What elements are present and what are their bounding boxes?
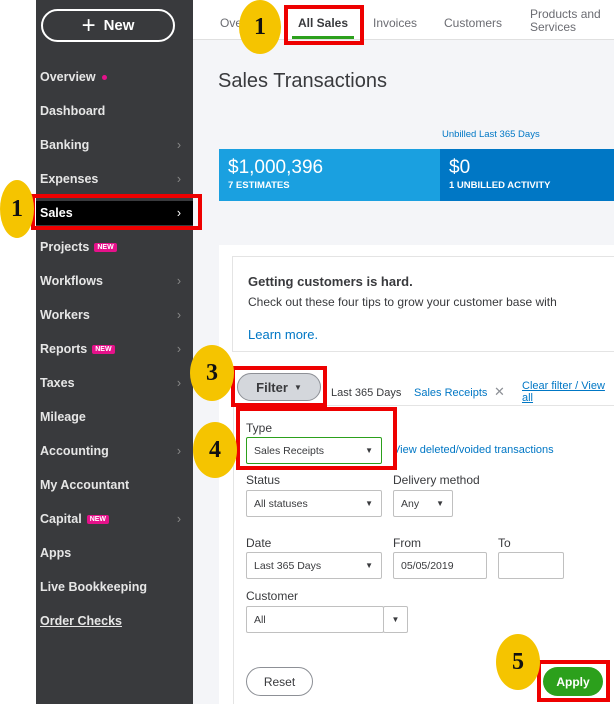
new-badge: NEW	[86, 514, 110, 524]
reset-button[interactable]: Reset	[246, 667, 313, 696]
tip-title: Getting customers is hard.	[248, 274, 413, 289]
unbilled-card[interactable]: $0 1 UNBILLED ACTIVITY	[440, 149, 614, 201]
from-label: From	[393, 536, 421, 550]
step-1-marker: 1	[239, 0, 281, 54]
sidebar-item-capital[interactable]: Capital NEW ›	[36, 507, 193, 531]
chevron-right-icon: ›	[176, 138, 181, 152]
sidebar-item-workers[interactable]: Workers ›	[36, 303, 193, 327]
sidebar-item-label: My Accountant	[40, 478, 130, 492]
filter-chip-type: Sales Receipts	[414, 387, 488, 399]
sidebar-item-label: Workflows	[40, 274, 103, 288]
sidebar-item-projects[interactable]: Projects NEW	[36, 235, 193, 259]
sidebar-item-live-bookkeeping[interactable]: Live Bookkeeping	[36, 575, 193, 599]
sidebar-item-order-checks[interactable]: Order Checks	[36, 609, 193, 633]
status-select[interactable]: All statuses ▼	[246, 490, 382, 517]
learn-more-link[interactable]: Learn more.	[248, 327, 318, 342]
step-5-marker: 5	[496, 634, 540, 690]
delivery-label: Delivery method	[393, 473, 480, 487]
tip-body: Check out these four tips to grow your c…	[248, 295, 557, 309]
chevron-right-icon: ›	[176, 376, 181, 390]
sidebar-item-label: Expenses	[40, 172, 99, 186]
view-deleted-link[interactable]: View deleted/voided transactions	[393, 444, 554, 456]
sidebar-item-workflows[interactable]: Workflows ›	[36, 269, 193, 293]
sidebar-item-label: Projects	[40, 240, 90, 254]
chevron-right-icon: ›	[176, 342, 181, 356]
tab-invoices[interactable]: Invoices	[373, 16, 417, 30]
unbilled-label: 1 UNBILLED ACTIVITY	[449, 180, 551, 191]
sidebar-item-my-accountant[interactable]: My Accountant	[36, 473, 193, 497]
sidebar-item-label: Apps	[40, 546, 72, 560]
customer-dropdown-toggle[interactable]: ▼	[383, 606, 408, 633]
step-3-marker: 3	[190, 345, 234, 401]
date-label: Date	[246, 536, 272, 550]
new-button[interactable]: + New	[41, 9, 175, 42]
filter-chip-period: Last 365 Days	[331, 387, 402, 399]
caret-down-icon: ▼	[365, 499, 373, 508]
sidebar-item-mileage[interactable]: Mileage	[36, 405, 193, 429]
highlight-sales	[31, 194, 202, 230]
chevron-right-icon: ›	[176, 512, 181, 526]
plus-icon: +	[81, 11, 96, 39]
highlight-filter	[231, 366, 327, 407]
caret-down-icon: ▼	[436, 499, 444, 508]
delivery-select[interactable]: Any ▼	[393, 490, 453, 517]
page-title: Sales Transactions	[218, 70, 387, 92]
chevron-right-icon: ›	[176, 172, 181, 186]
unbilled-caption: Unbilled Last 365 Days	[442, 129, 540, 140]
sidebar-item-reports[interactable]: Reports NEW ›	[36, 337, 193, 361]
tip-card: Getting customers is hard. Check out the…	[232, 256, 614, 352]
date-select[interactable]: Last 365 Days ▼	[246, 552, 382, 579]
sidebar-item-label: Workers	[40, 308, 90, 322]
close-icon[interactable]: ✕	[494, 384, 505, 400]
new-badge: NEW	[94, 242, 117, 252]
sidebar-item-label: Reports	[40, 342, 88, 356]
caret-down-icon: ▼	[365, 561, 373, 570]
to-date-input[interactable]	[498, 552, 564, 579]
sidebar-item-label: Dashboard	[40, 104, 106, 118]
sidebar-item-apps[interactable]: Apps	[36, 541, 193, 565]
sidebar-item-expenses[interactable]: Expenses ›	[36, 167, 193, 191]
estimates-amount: $1,000,396	[228, 157, 324, 178]
sidebar-item-dashboard[interactable]: Dashboard	[36, 99, 193, 123]
step-1-marker: 1	[0, 180, 34, 238]
sidebar-item-banking[interactable]: Banking ›	[36, 133, 193, 157]
highlight-all-sales	[284, 5, 364, 45]
from-date-input[interactable]: 05/05/2019	[393, 552, 487, 579]
highlight-apply	[537, 660, 610, 702]
sidebar-item-label: Order Checks	[40, 614, 122, 628]
sidebar-item-label: Accounting	[40, 444, 109, 458]
chevron-right-icon: ›	[176, 444, 181, 458]
sidebar-item-taxes[interactable]: Taxes ›	[36, 371, 193, 395]
sidebar-item-label: Live Bookkeeping	[40, 580, 147, 594]
sidebar-item-overview[interactable]: Overview	[36, 65, 193, 89]
unbilled-amount: $0	[449, 157, 471, 178]
estimates-card[interactable]: $1,000,396 7 ESTIMATES	[219, 149, 440, 201]
tab-products-services[interactable]: Products and Services	[530, 8, 612, 34]
status-label: Status	[246, 473, 281, 487]
step-4-marker: 4	[193, 422, 237, 478]
clear-filter-link[interactable]: Clear filter / View all	[522, 380, 612, 404]
sidebar-item-accounting[interactable]: Accounting ›	[36, 439, 193, 463]
chevron-right-icon: ›	[176, 274, 181, 288]
new-badge: NEW	[92, 344, 115, 354]
sidebar-item-label: Overview	[40, 70, 96, 84]
chevron-right-icon: ›	[176, 308, 181, 322]
sidebar-item-label: Mileage	[40, 410, 86, 424]
to-label: To	[498, 536, 511, 550]
customer-input[interactable]: All	[246, 606, 384, 633]
customer-label: Customer	[246, 589, 299, 603]
sidebar-item-label: Banking	[40, 138, 90, 152]
estimates-label: 7 ESTIMATES	[228, 180, 290, 191]
highlight-type	[236, 407, 397, 470]
notification-dot	[101, 74, 107, 80]
sidebar-item-label: Taxes	[40, 376, 75, 390]
tab-customers[interactable]: Customers	[444, 16, 502, 30]
sidebar-item-label: Capital	[40, 512, 82, 526]
